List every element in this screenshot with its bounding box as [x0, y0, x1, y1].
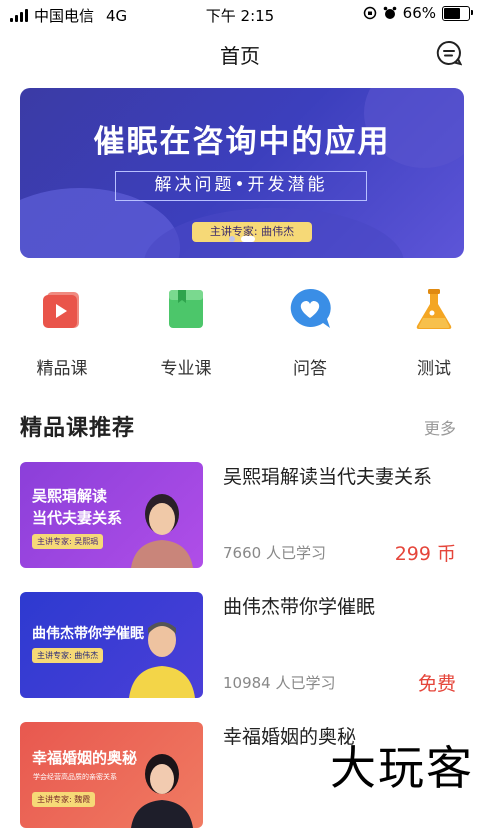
app-header: 首页 [0, 28, 480, 78]
category-label: 问答 [293, 359, 327, 379]
course-price: 299 币 [394, 543, 456, 565]
thumb-expert-tag: 主讲专家: 曲伟杰 [32, 648, 104, 663]
battery-icon [442, 5, 473, 21]
banner-subtitle: 解决问题•开发潜能 [115, 171, 367, 201]
status-bar: 中国电信 4G 下午 2:15 66% [0, 0, 480, 28]
watermark-logo: 大玩客 [330, 741, 474, 795]
course-thumbnail: 曲伟杰带你学催眠 主讲专家: 曲伟杰 [20, 592, 203, 698]
category-professional-course[interactable]: 专业课 [136, 286, 236, 379]
course-thumbnail: 幸福婚姻的奥秘 学会经营高品质的亲密关系 主讲专家: 魏霞 [20, 722, 203, 828]
learner-count: 10984 人已学习 [223, 674, 336, 692]
category-test[interactable]: 测试 [384, 286, 480, 379]
category-nav: 精品课 专业课 问答 测试 [0, 286, 480, 379]
battery-percent: 66% [402, 4, 436, 22]
pager-dot-active[interactable] [241, 236, 255, 242]
pager-dot[interactable] [229, 236, 235, 242]
course-title: 吴熙琄解读当代夫妻关系 [223, 466, 433, 488]
category-label: 专业课 [160, 359, 212, 379]
page-title: 首页 [220, 44, 260, 68]
alarm-icon [383, 6, 396, 19]
speaker-photo [131, 494, 193, 568]
category-label: 精品课 [36, 359, 88, 379]
video-play-icon [43, 292, 79, 328]
book-icon [169, 290, 203, 328]
banner-pager[interactable] [20, 236, 464, 242]
orientation-lock-icon [363, 6, 376, 20]
battery-fill [444, 7, 460, 19]
banner-headline: 催眠在咨询中的应用 [93, 124, 391, 160]
course-card[interactable]: 吴熙琄解读 当代夫妻关系 主讲专家: 吴熙琄 吴熙琄解读当代夫妻关系 7660 … [20, 462, 460, 568]
thumb-subtitle: 学会经营高品质的亲密关系 [33, 773, 117, 781]
course-card[interactable]: 曲伟杰带你学催眠 主讲专家: 曲伟杰 曲伟杰带你学催眠 10984 人已学习 免… [20, 592, 460, 698]
category-premium-course[interactable]: 精品课 [12, 286, 112, 379]
section-title: 精品课推荐 [20, 416, 136, 441]
heart-chat-icon [290, 288, 331, 328]
category-qa[interactable]: 问答 [260, 286, 360, 379]
course-title: 曲伟杰带你学催眠 [223, 596, 376, 618]
course-thumbnail: 吴熙琄解读 当代夫妻关系 主讲专家: 吴熙琄 [20, 462, 203, 568]
status-right: 66% [363, 4, 473, 22]
speaker-photo [129, 622, 195, 698]
thumb-title: 当代夫妻关系 [32, 509, 123, 527]
thumb-expert-tag: 主讲专家: 吴熙琄 [32, 534, 104, 549]
chat-bubble-icon[interactable] [436, 40, 462, 66]
category-label: 测试 [417, 359, 451, 379]
flask-icon [416, 289, 452, 329]
thumb-title: 幸福婚姻的奥秘 [32, 749, 138, 767]
speaker-photo [131, 754, 193, 828]
course-price: 免费 [417, 673, 456, 695]
thumb-title: 吴熙琄解读 [32, 487, 108, 505]
promo-banner[interactable]: 催眠在咨询中的应用 解决问题•开发潜能 主讲专家: 曲伟杰 [20, 88, 464, 258]
learner-count: 7660 人已学习 [223, 544, 326, 562]
more-link[interactable]: 更多 [424, 415, 456, 439]
